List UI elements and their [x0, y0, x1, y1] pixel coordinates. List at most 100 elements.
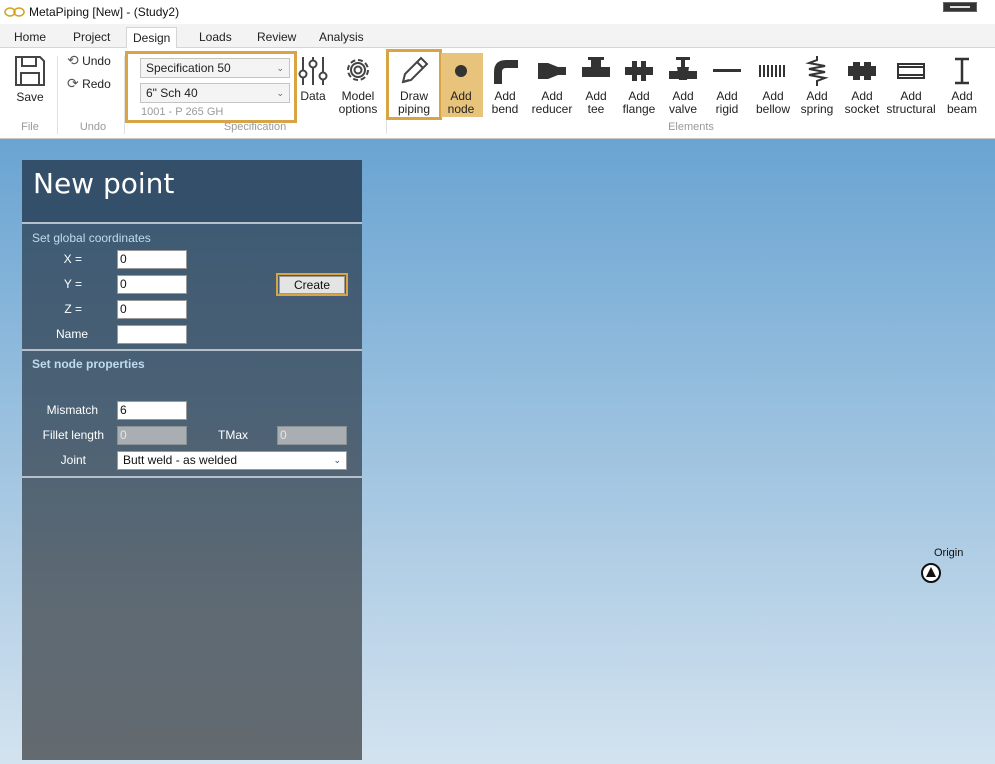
- add-node-button[interactable]: Add node: [441, 54, 481, 116]
- minimize-button[interactable]: [943, 2, 977, 12]
- beam-icon: [955, 57, 969, 85]
- add-bellow-button[interactable]: Add bellow: [751, 54, 795, 116]
- chevron-down-icon: ⌄: [276, 63, 284, 73]
- panel-divider: [22, 349, 362, 351]
- tab-project[interactable]: Project: [67, 27, 116, 48]
- z-input[interactable]: 0: [117, 300, 187, 319]
- tab-review[interactable]: Review: [251, 27, 302, 48]
- undo-label: Undo: [82, 54, 111, 68]
- add-socket-button[interactable]: Add socket: [841, 54, 883, 116]
- tab-loads[interactable]: Loads: [193, 27, 238, 48]
- add-beam-label-2: beam: [946, 102, 978, 116]
- undo-button[interactable]: ⟲ Undo: [67, 53, 119, 68]
- tab-home[interactable]: Home: [8, 27, 52, 48]
- add-spring-button[interactable]: Add spring: [797, 54, 837, 116]
- node-properties-header: Set node properties: [32, 357, 145, 371]
- z-label: Z =: [64, 302, 82, 316]
- rigid-icon: [713, 69, 741, 72]
- chevron-down-icon: ⌄: [276, 88, 284, 98]
- pipe-size-select[interactable]: 6" Sch 40 ⌄: [140, 83, 290, 103]
- add-rigid-button[interactable]: Add rigid: [707, 54, 747, 116]
- origin-triad-icon: [926, 567, 936, 577]
- add-valve-button[interactable]: Add valve: [663, 54, 703, 116]
- origin-node-icon[interactable]: [921, 563, 941, 583]
- draw-piping-button[interactable]: Draw piping: [391, 54, 437, 116]
- add-structural-button[interactable]: Add structural: [885, 54, 937, 116]
- joint-label: Joint: [60, 453, 86, 467]
- y-input[interactable]: 0: [117, 275, 187, 294]
- reducer-icon: [538, 63, 566, 79]
- model-options-button[interactable]: Model options: [334, 54, 382, 116]
- flange-icon: [625, 61, 653, 81]
- valve-icon: [669, 57, 697, 80]
- socket-icon: [848, 62, 876, 80]
- draw-piping-label-2: piping: [397, 102, 431, 116]
- save-label: Save: [16, 90, 44, 104]
- add-reducer-label-2: reducer: [531, 102, 573, 116]
- name-label: Name: [55, 327, 88, 341]
- title-bar: MetaPiping [New] - (Study2): [0, 0, 995, 24]
- mismatch-input[interactable]: 6: [117, 401, 187, 420]
- panel-divider: [22, 222, 362, 224]
- global-coordinates-header: Set global coordinates: [32, 231, 151, 245]
- redo-label: Redo: [82, 77, 111, 91]
- add-rigid-label-2: rigid: [715, 102, 739, 116]
- add-structural-label-2: structural: [886, 102, 936, 116]
- tab-design[interactable]: Design: [126, 27, 178, 49]
- create-button[interactable]: Create: [279, 276, 345, 294]
- group-label-elements: Elements: [668, 121, 714, 133]
- origin-label: Origin: [934, 547, 964, 559]
- pencil-icon: [401, 56, 429, 84]
- joint-select[interactable]: Butt weld - as welded ⌄: [117, 451, 347, 470]
- add-valve-label-2: valve: [668, 102, 697, 116]
- redo-icon: ⟳: [67, 75, 79, 91]
- specification-value: Specification 50: [146, 61, 231, 75]
- add-bend-label-2: bend: [491, 102, 519, 116]
- name-input[interactable]: [117, 325, 187, 344]
- panel-divider: [22, 476, 362, 478]
- add-bend-button[interactable]: Add bend: [485, 54, 525, 116]
- x-input[interactable]: 0: [117, 250, 187, 269]
- add-node-label-2: node: [447, 102, 475, 116]
- save-button[interactable]: Save: [10, 54, 50, 104]
- spring-icon: [805, 56, 829, 86]
- add-flange-label-2: flange: [622, 102, 656, 116]
- x-label: X =: [63, 252, 82, 266]
- data-button[interactable]: Data: [296, 54, 330, 103]
- fillet-length-input: 0: [117, 426, 187, 445]
- add-tee-label-2: tee: [587, 102, 605, 116]
- save-icon: [15, 56, 45, 86]
- bellow-icon: [759, 65, 785, 77]
- node-icon: [455, 65, 467, 77]
- group-label-specification: Specification: [223, 121, 287, 133]
- sliders-icon: [298, 57, 328, 85]
- panel-title: New point: [33, 167, 175, 200]
- add-spring-label-2: spring: [800, 102, 834, 116]
- joint-value: Butt weld - as welded: [123, 453, 238, 467]
- ribbon: Save File ⟲ Undo ⟳ Redo Undo Specificati…: [0, 48, 995, 139]
- tee-icon: [582, 57, 610, 77]
- window-title: MetaPiping [New] - (Study2): [29, 5, 180, 19]
- tab-analysis[interactable]: Analysis: [313, 27, 370, 48]
- tmax-label: TMax: [218, 428, 248, 442]
- add-socket-label-2: socket: [844, 102, 880, 116]
- chevron-down-icon: ⌄: [333, 455, 341, 465]
- add-reducer-button[interactable]: Add reducer: [529, 54, 575, 116]
- add-flange-button[interactable]: Add flange: [619, 54, 659, 116]
- group-label-file: File: [21, 121, 39, 133]
- app-logo-icon: [4, 7, 25, 17]
- material-label: 1001 - P 265 GH: [141, 106, 224, 118]
- group-label-undo: Undo: [79, 121, 107, 133]
- redo-button[interactable]: ⟳ Redo: [67, 75, 119, 91]
- pipe-size-value: 6" Sch 40: [146, 86, 198, 100]
- y-label: Y =: [63, 277, 82, 291]
- mismatch-label: Mismatch: [46, 403, 98, 417]
- add-beam-button[interactable]: Add beam: [942, 54, 982, 116]
- fillet-length-label: Fillet length: [42, 428, 104, 442]
- add-tee-button[interactable]: Add tee: [577, 54, 615, 116]
- specification-select[interactable]: Specification 50 ⌄: [140, 58, 290, 78]
- bend-icon: [494, 60, 518, 84]
- tmax-input: 0: [277, 426, 347, 445]
- gear-icon: [347, 59, 369, 81]
- model-options-label-2: options: [338, 102, 378, 116]
